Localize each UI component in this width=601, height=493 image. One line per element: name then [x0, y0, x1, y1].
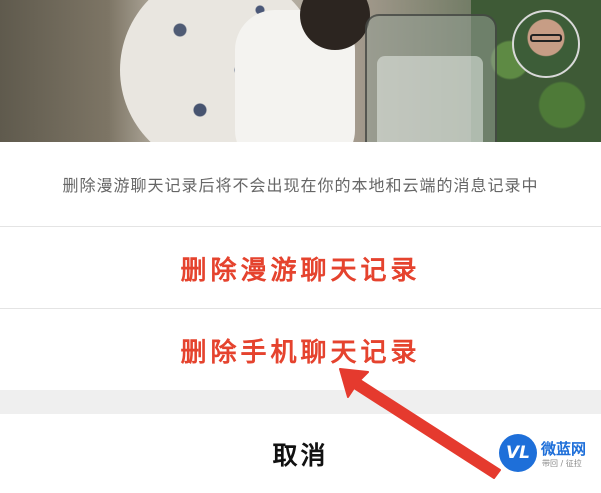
phone-overlay — [365, 14, 497, 150]
watermark-name: 微蓝网 — [541, 440, 587, 458]
avatar — [512, 10, 580, 78]
delete-roaming-button[interactable]: 删除漫游聊天记录 — [0, 226, 601, 309]
delete-phone-label: 删除手机聊天记录 — [180, 337, 421, 368]
watermark-sub: 带回 / 征拉 — [542, 459, 582, 468]
sheet-gap — [0, 390, 601, 414]
watermark: VL 微蓝网 带回 / 征拉 — [499, 432, 599, 476]
avatar-glasses — [530, 34, 562, 42]
watermark-logo-icon: VL — [499, 434, 537, 472]
phone-overlay-screen — [377, 56, 483, 150]
background-photo — [0, 0, 601, 150]
delete-roaming-label: 删除漫游聊天记录 — [180, 255, 421, 286]
delete-phone-button[interactable]: 删除手机聊天记录 — [0, 308, 601, 391]
action-sheet-info: 删除漫游聊天记录后将不会出现在你的本地和云端的消息记录中 — [0, 142, 601, 226]
info-text: 删除漫游聊天记录后将不会出现在你的本地和云端的消息记录中 — [62, 176, 539, 195]
cancel-label: 取消 — [272, 440, 329, 470]
